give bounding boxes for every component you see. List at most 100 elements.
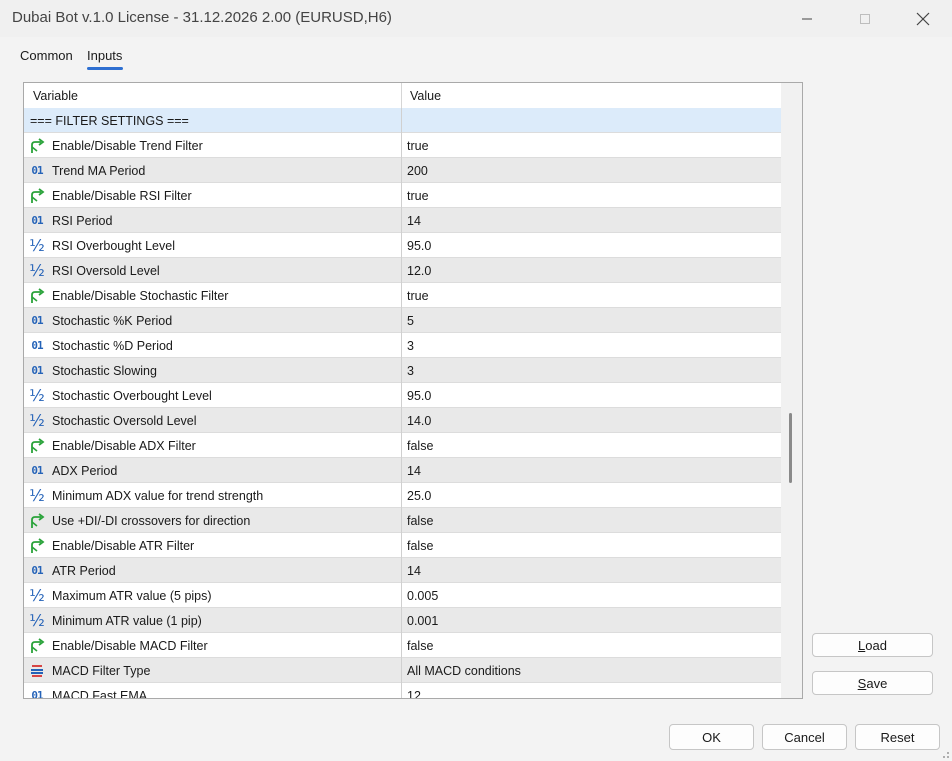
cell-divider	[401, 683, 402, 698]
value-cell[interactable]: All MACD conditions	[407, 664, 521, 678]
table-row[interactable]: ½ Maximum ATR value (5 pips) 0.005	[24, 583, 781, 608]
variable-cell: Minimum ADX value for trend strength	[52, 489, 264, 503]
value-cell[interactable]: 95.0	[407, 239, 431, 253]
value-cell[interactable]: true	[407, 289, 429, 303]
minimize-button[interactable]	[778, 0, 836, 37]
variable-cell: Enable/Disable Stochastic Filter	[52, 289, 229, 303]
value-cell[interactable]: false	[407, 514, 433, 528]
cancel-button[interactable]: Cancel	[762, 724, 847, 750]
value-cell[interactable]: 14	[407, 564, 421, 578]
variable-cell: Stochastic %D Period	[52, 339, 173, 353]
table-row[interactable]: 01 Stochastic Slowing 3	[24, 358, 781, 383]
load-button-mnemonic: L	[858, 637, 866, 653]
value-cell[interactable]: 5	[407, 314, 414, 328]
variable-cell: RSI Overbought Level	[52, 239, 175, 253]
table-row[interactable]: 01 Stochastic %D Period 3	[24, 333, 781, 358]
value-cell[interactable]: 14.0	[407, 414, 431, 428]
value-cell[interactable]: 0.005	[407, 589, 438, 603]
table-row[interactable]: 01 RSI Period 14	[24, 208, 781, 233]
cell-divider	[401, 633, 402, 658]
value-cell[interactable]: true	[407, 189, 429, 203]
table-row[interactable]: Enable/Disable RSI Filter true	[24, 183, 781, 208]
table-row[interactable]: Enable/Disable ATR Filter false	[24, 533, 781, 558]
cell-divider	[401, 383, 402, 408]
cell-divider	[401, 308, 402, 333]
maximize-button[interactable]	[836, 0, 894, 37]
table-row[interactable]: Enable/Disable Trend Filter true	[24, 133, 781, 158]
cell-divider	[401, 158, 402, 183]
value-cell[interactable]: 14	[407, 214, 421, 228]
value-cell[interactable]: false	[407, 639, 433, 653]
int-icon: 01	[31, 164, 43, 177]
enum-icon	[28, 662, 46, 679]
close-icon	[916, 12, 930, 25]
resize-grip-icon[interactable]	[940, 749, 950, 759]
value-cell[interactable]: 3	[407, 364, 414, 378]
int-icon: 01	[31, 364, 43, 377]
table-row[interactable]: 01 ADX Period 14	[24, 458, 781, 483]
int-icon: 01	[31, 339, 43, 352]
cell-divider	[401, 233, 402, 258]
column-header-value[interactable]: Value	[410, 89, 441, 103]
table-row[interactable]: ½ Minimum ADX value for trend strength 25.…	[24, 483, 781, 508]
double-icon: ½	[29, 261, 45, 280]
value-cell[interactable]: 3	[407, 339, 414, 353]
load-button[interactable]: Load	[812, 633, 933, 657]
vertical-scrollbar[interactable]	[781, 83, 802, 698]
table-row[interactable]: ½ RSI Overbought Level 95.0	[24, 233, 781, 258]
table-row[interactable]: 01 MACD Fast EMA 12	[24, 683, 781, 698]
value-cell[interactable]: false	[407, 439, 433, 453]
value-cell[interactable]: false	[407, 539, 433, 553]
variable-cell: Enable/Disable MACD Filter	[52, 639, 208, 653]
bool-arrow-icon	[28, 187, 46, 204]
table-row[interactable]: Use +DI/-DI crossovers for direction fals…	[24, 508, 781, 533]
variable-cell: Stochastic Oversold Level	[52, 414, 197, 428]
value-cell[interactable]: 200	[407, 164, 428, 178]
table-row[interactable]: ½ Stochastic Overbought Level 95.0	[24, 383, 781, 408]
table-row[interactable]: ½ Stochastic Oversold Level 14.0	[24, 408, 781, 433]
double-icon: ½	[29, 411, 45, 430]
scrollbar-thumb[interactable]	[789, 413, 792, 483]
table-row[interactable]: Enable/Disable ADX Filter false	[24, 433, 781, 458]
value-cell[interactable]: 95.0	[407, 389, 431, 403]
variable-cell: Use +DI/-DI crossovers for direction	[52, 514, 251, 528]
value-cell[interactable]: 25.0	[407, 489, 431, 503]
table-row[interactable]: Enable/Disable Stochastic Filter true	[24, 283, 781, 308]
bool-arrow-icon	[28, 287, 46, 304]
cell-divider	[401, 608, 402, 633]
column-divider[interactable]	[401, 83, 402, 108]
table-row[interactable]: ½ RSI Oversold Level 12.0	[24, 258, 781, 283]
table-row[interactable]: MACD Filter Type All MACD conditions	[24, 658, 781, 683]
cell-divider	[401, 408, 402, 433]
table-row[interactable]: 01 Stochastic %K Period 5	[24, 308, 781, 333]
table-row[interactable]: ½ Minimum ATR value (1 pip) 0.001	[24, 608, 781, 633]
variable-cell: Trend MA Period	[52, 164, 146, 178]
table-row[interactable]: Enable/Disable MACD Filter false	[24, 633, 781, 658]
value-cell[interactable]: 12	[407, 689, 421, 698]
ok-button[interactable]: OK	[669, 724, 754, 750]
cell-divider	[401, 208, 402, 233]
table-row[interactable]: 01 ATR Period 14	[24, 558, 781, 583]
column-header-variable[interactable]: Variable	[33, 89, 78, 103]
bool-arrow-icon	[28, 637, 46, 654]
double-icon: ½	[29, 611, 45, 630]
value-cell[interactable]: 14	[407, 464, 421, 478]
cell-divider	[401, 483, 402, 508]
table-row[interactable]: 01 Trend MA Period 200	[24, 158, 781, 183]
close-button[interactable]	[894, 0, 952, 37]
value-cell[interactable]: true	[407, 139, 429, 153]
variable-cell: Stochastic %K Period	[52, 314, 173, 328]
reset-button[interactable]: Reset	[855, 724, 940, 750]
int-icon: 01	[31, 214, 43, 227]
tab-common[interactable]: Common	[20, 48, 73, 63]
value-cell[interactable]: 12.0	[407, 264, 431, 278]
save-button[interactable]: Save	[812, 671, 933, 695]
double-icon: ½	[29, 486, 45, 505]
variable-cell: MACD Fast EMA	[52, 689, 148, 698]
save-button-mnemonic: S	[857, 675, 867, 691]
value-cell[interactable]: 0.001	[407, 614, 438, 628]
tab-inputs[interactable]: Inputs	[87, 48, 122, 63]
grid-body: Variable Value === FILTER SETTINGS === En…	[24, 83, 781, 698]
group-header-row[interactable]: === FILTER SETTINGS ===	[24, 108, 781, 133]
cell-divider	[401, 458, 402, 483]
